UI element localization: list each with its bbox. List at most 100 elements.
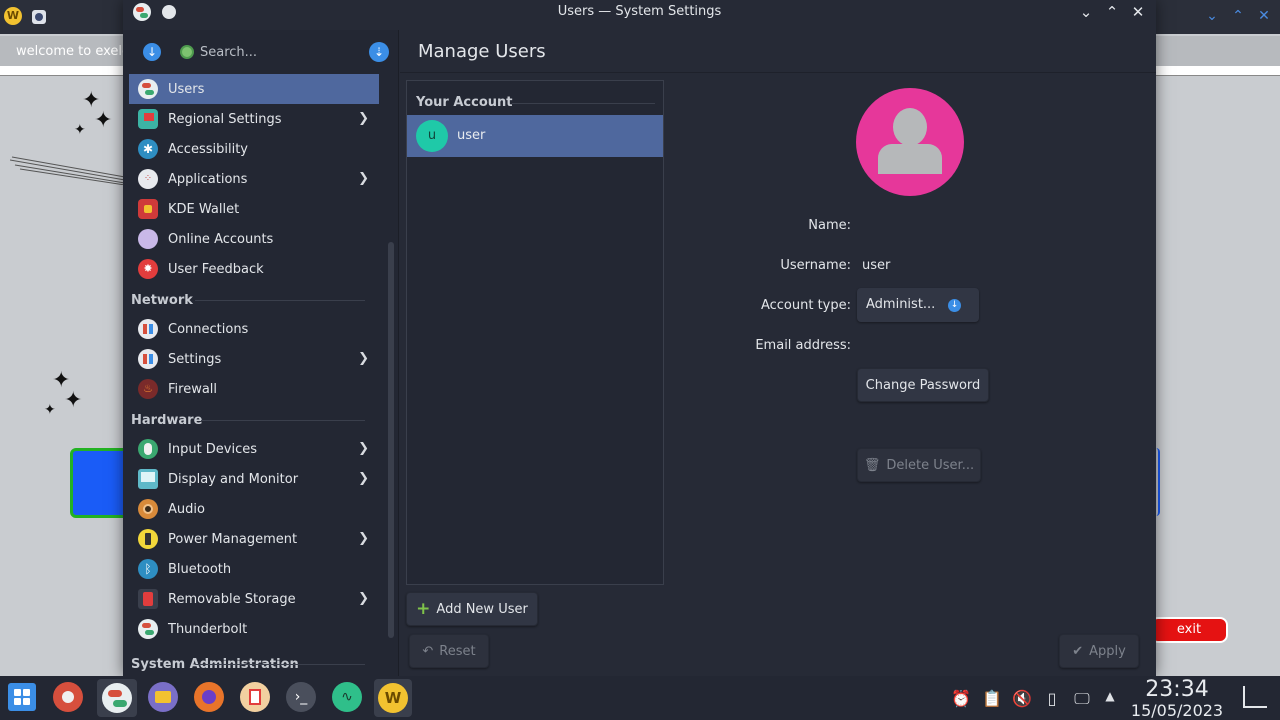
- sidebar-item-bluetooth[interactable]: ᛒ Bluetooth: [129, 554, 379, 584]
- sidebar-item-accessibility[interactable]: ✱ Accessibility: [129, 134, 379, 164]
- sidebar-item-connections[interactable]: Connections: [129, 314, 379, 344]
- sidebar-item-online-accounts[interactable]: Online Accounts: [129, 224, 379, 254]
- sidebar-item-label: Firewall: [168, 381, 218, 397]
- cloud-icon: [138, 229, 158, 249]
- sidebar-scrollbar[interactable]: [388, 242, 394, 638]
- sidebar-item-power-management[interactable]: Power Management ❯: [129, 524, 379, 554]
- window-title: Users — System Settings: [557, 4, 722, 19]
- apply-button[interactable]: ✔ Apply: [1059, 634, 1139, 668]
- window-controls: ⌄ ⌃ ✕: [1076, 2, 1148, 22]
- bluetooth-icon: ᛒ: [138, 559, 158, 579]
- network-icon[interactable]: 🖵: [1072, 689, 1092, 709]
- terminal-icon[interactable]: ›_: [286, 682, 316, 712]
- name-label: Name:: [808, 218, 851, 233]
- system-settings-taskbar-item[interactable]: [97, 679, 137, 717]
- maximize-icon[interactable]: ⌃: [1102, 2, 1122, 22]
- account-type-select[interactable]: Administ... ↓: [857, 288, 979, 322]
- sidebar-item-input-devices[interactable]: Input Devices ❯: [129, 434, 379, 464]
- volume-muted-icon[interactable]: 🔇: [1012, 689, 1032, 708]
- monitor-icon: [138, 469, 158, 489]
- button-label: Reset: [439, 643, 476, 659]
- title-divider: [400, 72, 1156, 73]
- chevron-right-icon: ❯: [358, 351, 369, 366]
- close-icon[interactable]: ✕: [1256, 8, 1272, 24]
- clock[interactable]: 23:34 15/05/2023: [1128, 678, 1226, 720]
- button-label: Change Password: [865, 377, 981, 393]
- blue-tile[interactable]: [70, 448, 130, 518]
- sparkle-icon: ✦: [64, 388, 83, 413]
- chevron-down-icon: ↓: [948, 299, 961, 312]
- chevron-right-icon: ❯: [358, 111, 369, 126]
- settings-gear-icon[interactable]: [53, 682, 83, 712]
- add-new-user-button[interactable]: + Add New User: [406, 592, 538, 626]
- sidebar-search-row: ↓ ⇣: [123, 30, 399, 74]
- sidebar-item-user-feedback[interactable]: ✸ User Feedback: [129, 254, 379, 284]
- delete-user-button[interactable]: 🗑 Delete User...: [857, 448, 981, 482]
- heading-divider: [512, 103, 655, 104]
- your-account-heading: Your Account: [416, 95, 513, 110]
- sidebar-item-regional-settings[interactable]: Regional Settings ❯: [129, 104, 379, 134]
- user-avatar-picture[interactable]: [856, 88, 964, 196]
- window-titlebar[interactable]: Users — System Settings ⌄ ⌃ ✕: [123, 0, 1156, 24]
- system-settings-window: Users — System Settings ⌄ ⌃ ✕ ↓ ⇣ Users …: [123, 0, 1156, 676]
- system-monitor-icon[interactable]: ∿: [332, 682, 362, 712]
- chevron-down-icon[interactable]: ⌄: [1204, 8, 1220, 24]
- applications-icon: ⁘: [138, 169, 158, 189]
- heading-label: Hardware: [131, 412, 203, 428]
- search-icon: [180, 45, 194, 59]
- notes-icon[interactable]: [240, 682, 270, 712]
- network-settings-icon: [138, 349, 158, 369]
- reset-button[interactable]: ↶ Reset: [409, 634, 489, 668]
- hamburger-menu-icon[interactable]: ↓: [143, 43, 161, 61]
- sidebar-item-label: Regional Settings: [168, 111, 282, 127]
- minimize-icon[interactable]: ⌄: [1076, 2, 1096, 22]
- button-label: Add New User: [436, 601, 528, 617]
- firefox-icon[interactable]: [194, 682, 224, 712]
- sidebar: ↓ ⇣ Users Regional Settings ❯ ✱ Accessib…: [123, 30, 399, 676]
- wallet-icon: [138, 199, 158, 219]
- sidebar-item-audio[interactable]: Audio: [129, 494, 379, 524]
- show-desktop-icon[interactable]: [1243, 686, 1267, 708]
- sidebar-item-display-and-monitor[interactable]: Display and Monitor ❯: [129, 464, 379, 494]
- search-input[interactable]: [200, 42, 360, 62]
- sidebar-nav-list: Users Regional Settings ❯ ✱ Accessibilit…: [129, 74, 379, 676]
- main-content: Manage Users Your Account u user + Add N…: [400, 30, 1156, 676]
- alarm-icon[interactable]: ⏰: [951, 689, 971, 708]
- exit-button[interactable]: exit: [1150, 617, 1228, 643]
- list-item[interactable]: u user: [407, 115, 663, 157]
- sidebar-item-thunderbolt[interactable]: Thunderbolt: [129, 614, 379, 644]
- file-manager-icon[interactable]: [148, 682, 178, 712]
- input-devices-icon: [138, 439, 158, 459]
- battery-icon[interactable]: ▯: [1042, 689, 1062, 708]
- username-field[interactable]: user: [862, 258, 890, 273]
- person-icon: [893, 108, 927, 146]
- sidebar-item-kde-wallet[interactable]: KDE Wallet: [129, 194, 379, 224]
- sidebar-item-label: Removable Storage: [168, 591, 296, 607]
- sidebar-item-label: Input Devices: [168, 441, 258, 457]
- change-password-button[interactable]: Change Password: [857, 368, 989, 402]
- sidebar-item-users[interactable]: Users: [129, 74, 379, 104]
- sidebar-item-label: Online Accounts: [168, 231, 274, 247]
- button-label: Apply: [1089, 643, 1126, 659]
- clipboard-icon[interactable]: 📋: [982, 689, 1002, 708]
- sidebar-item-label: Power Management: [168, 531, 298, 547]
- app-taskbar-item[interactable]: W: [374, 679, 412, 717]
- clock-date: 15/05/2023: [1130, 701, 1224, 720]
- sidebar-item-removable-storage[interactable]: Removable Storage ❯: [129, 584, 379, 614]
- email-label: Email address:: [755, 338, 851, 353]
- sort-menu-icon[interactable]: ⇣: [369, 42, 389, 62]
- application-launcher-icon[interactable]: [8, 683, 36, 711]
- sidebar-item-network-settings[interactable]: Settings ❯: [129, 344, 379, 374]
- background-pin-icon[interactable]: [32, 10, 46, 24]
- sparkle-icon: ✦: [94, 108, 113, 133]
- battery-icon: [138, 529, 158, 549]
- plus-icon: +: [416, 599, 431, 619]
- sidebar-item-label: Audio: [168, 501, 205, 517]
- close-icon[interactable]: ✕: [1128, 2, 1148, 22]
- usb-icon: [138, 589, 158, 609]
- sidebar-item-applications[interactable]: ⁘ Applications ❯: [129, 164, 379, 194]
- tray-expand-icon[interactable]: ▲: [1100, 689, 1120, 703]
- chevron-up-icon[interactable]: ⌃: [1230, 8, 1246, 24]
- app-logo-icon: W: [4, 7, 22, 25]
- sidebar-item-firewall[interactable]: ♨ Firewall: [129, 374, 379, 404]
